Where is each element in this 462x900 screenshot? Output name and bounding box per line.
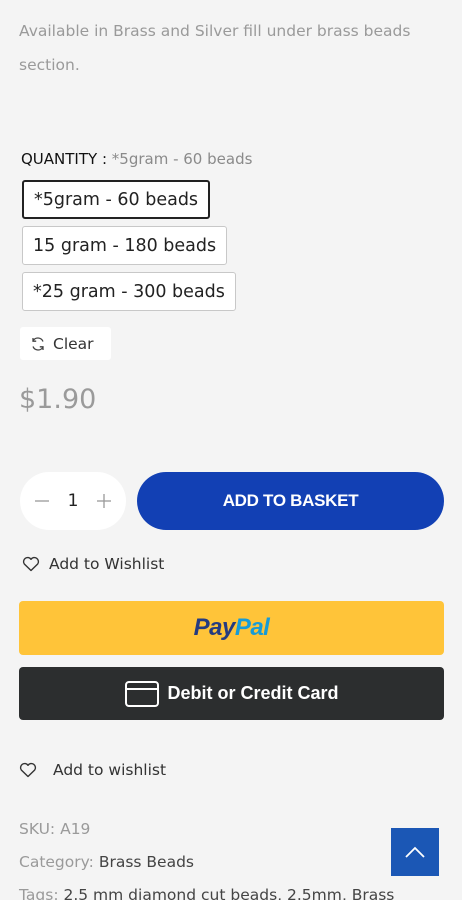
plus-icon: [96, 494, 111, 508]
variant-option-label: 15 gram - 180 beads: [33, 235, 217, 256]
quantity-label-separator: :: [97, 150, 112, 168]
wishlist-label: Add to Wishlist: [49, 555, 165, 573]
paypal-button[interactable]: Pay Pal: [19, 601, 444, 655]
chevron-up-icon: [405, 846, 425, 858]
paypal-logo-pay: Pay: [193, 614, 236, 641]
clear-selection-button[interactable]: Clear: [20, 327, 111, 360]
quantity-label-text: QUANTITY: [21, 150, 98, 168]
scroll-to-top-button[interactable]: [391, 828, 439, 876]
variant-option-15gram[interactable]: 15 gram - 180 beads: [22, 226, 228, 265]
product-sku: SKU: A19: [19, 820, 90, 838]
refresh-icon: [32, 336, 44, 351]
increase-quantity-button[interactable]: [92, 489, 116, 513]
product-price: $1.90: [19, 384, 97, 415]
product-tags: Tags: 2.5 mm diamond cut beads, 2.5mm, B…: [19, 886, 394, 900]
heart-icon: [19, 762, 37, 778]
quantity-label: QUANTITY : *5gram - 60 beads: [21, 150, 252, 168]
product-category: Category: Brass Beads: [19, 853, 194, 871]
product-description: Available in Brass and Silver fill under…: [19, 22, 411, 74]
variant-option-5gram[interactable]: *5gram - 60 beads: [22, 180, 211, 219]
tags-links[interactable]: 2.5 mm diamond cut beads, 2.5mm, Brass: [63, 886, 394, 900]
quantity-selected-value: *5gram - 60 beads: [111, 150, 253, 168]
tags-label: Tags:: [19, 886, 59, 900]
card-button-label: Debit or Credit Card: [167, 683, 339, 703]
heart-icon: [22, 556, 40, 572]
paypal-logo-pal: Pal: [234, 614, 270, 641]
category-label: Category:: [19, 853, 94, 871]
minus-icon: [35, 500, 49, 502]
decrease-quantity-button[interactable]: [30, 489, 54, 513]
quantity-input[interactable]: 1: [68, 491, 79, 511]
credit-card-icon: [125, 680, 160, 707]
sku-label: SKU:: [19, 820, 56, 838]
wishlist-secondary-label: Add to wishlist: [53, 761, 167, 779]
add-to-basket-button[interactable]: ADD TO BASKET: [137, 472, 444, 530]
quantity-stepper[interactable]: 1: [20, 472, 126, 530]
clear-label: Clear: [53, 334, 94, 353]
add-to-wishlist-link[interactable]: Add to Wishlist: [22, 555, 164, 573]
category-link[interactable]: Brass Beads: [99, 853, 194, 871]
variant-option-25gram[interactable]: *25 gram - 300 beads: [22, 272, 236, 311]
add-to-wishlist-secondary-link[interactable]: Add to wishlist: [19, 761, 166, 779]
debit-credit-card-button[interactable]: Debit or Credit Card: [19, 667, 444, 720]
variant-option-label: *25 gram - 300 beads: [33, 281, 225, 302]
variant-option-label: *5gram - 60 beads: [34, 189, 199, 210]
sku-value: A19: [60, 820, 91, 838]
